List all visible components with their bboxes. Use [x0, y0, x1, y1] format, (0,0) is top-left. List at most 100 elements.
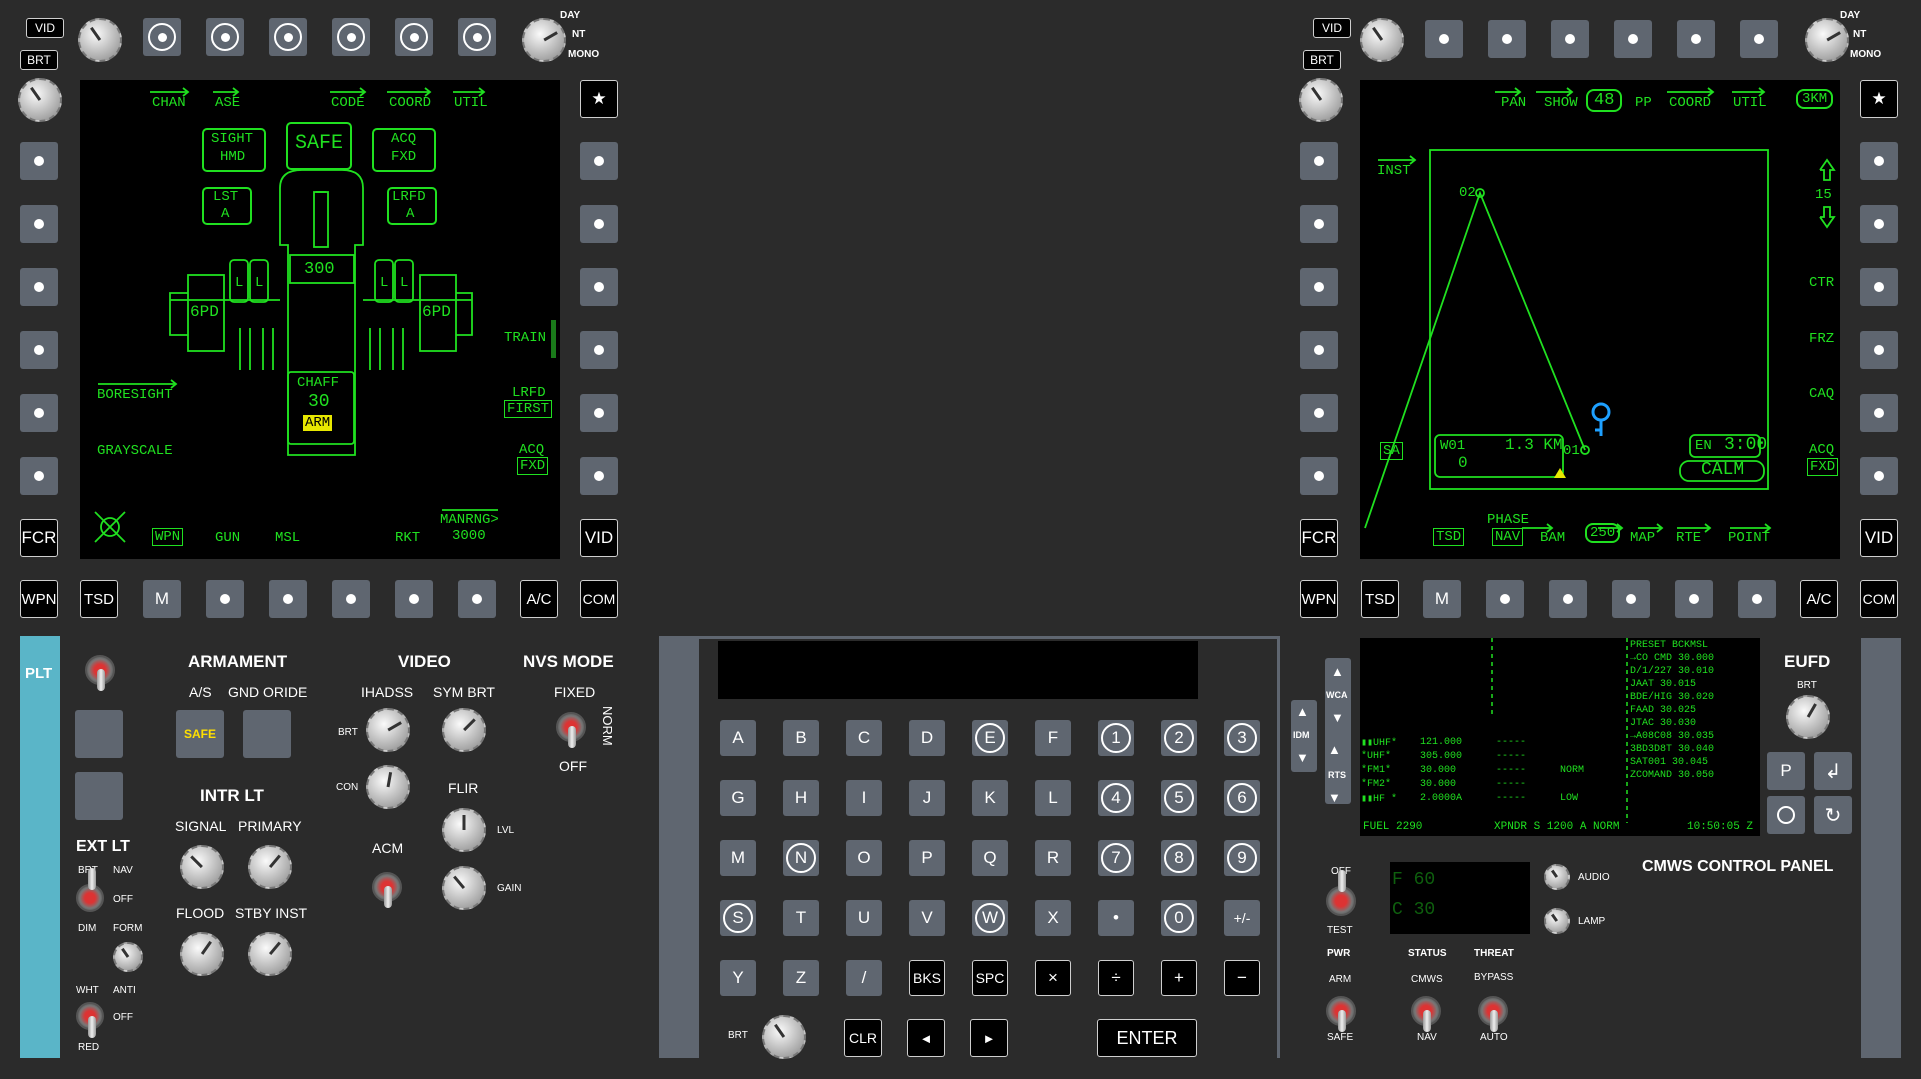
acm-toggle[interactable] — [372, 872, 402, 908]
key-3-8[interactable]: +/- — [1224, 900, 1260, 936]
right-l2-btn[interactable] — [1300, 205, 1338, 243]
right-b4-btn[interactable] — [1675, 580, 1713, 618]
key-3-0[interactable]: S — [720, 900, 756, 936]
cmws-pwr-toggle[interactable] — [1326, 870, 1356, 916]
key-3-7[interactable]: 0 — [1161, 900, 1197, 936]
right-m-button[interactable]: M — [1423, 580, 1461, 618]
right-r6-btn[interactable] — [1860, 457, 1898, 495]
key-0-0[interactable]: A — [720, 720, 756, 756]
right-top-btn-4[interactable] — [1614, 20, 1652, 58]
left-star-button[interactable]: ★ — [580, 80, 618, 118]
left-top-btn-1[interactable] — [143, 18, 181, 56]
key-0-1[interactable]: B — [783, 720, 819, 756]
left-b5-btn[interactable] — [458, 580, 496, 618]
left-top-btn-3[interactable] — [269, 18, 307, 56]
arm-safe-toggle[interactable] — [1326, 996, 1356, 1032]
left-l3-btn[interactable] — [20, 268, 58, 306]
key-4-1[interactable]: Z — [783, 960, 819, 996]
left-top-btn-6[interactable] — [458, 18, 496, 56]
right-ac-button[interactable]: A/C — [1800, 580, 1838, 618]
right-wpn-button[interactable]: WPN — [1300, 580, 1338, 618]
key-3-2[interactable]: U — [846, 900, 882, 936]
left-m-button[interactable]: M — [143, 580, 181, 618]
flir-lvl-knob[interactable] — [442, 808, 486, 852]
left-r3-btn[interactable] — [580, 268, 618, 306]
key-2-4[interactable]: Q — [972, 840, 1008, 876]
preset-p-button[interactable]: P — [1767, 752, 1805, 790]
audio-knob[interactable] — [1544, 864, 1570, 890]
signal-knob[interactable] — [180, 845, 224, 889]
left-fcr-button[interactable]: FCR — [20, 519, 58, 557]
master-toggle[interactable] — [85, 655, 115, 691]
left-r6-btn[interactable] — [580, 457, 618, 495]
right-top-btn-5[interactable] — [1677, 20, 1715, 58]
right-l4-btn[interactable] — [1300, 331, 1338, 369]
left-tsd-button[interactable]: TSD — [80, 580, 118, 618]
left-top-btn-5[interactable] — [395, 18, 433, 56]
key-1-4[interactable]: K — [972, 780, 1008, 816]
key-1-5[interactable]: L — [1035, 780, 1071, 816]
right-r2-btn[interactable] — [1860, 205, 1898, 243]
left-l5-btn[interactable] — [20, 394, 58, 432]
key-0-4[interactable]: E — [972, 720, 1008, 756]
key-2-1[interactable]: N — [783, 840, 819, 876]
key-2-7[interactable]: 8 — [1161, 840, 1197, 876]
right-r5-btn[interactable] — [1860, 394, 1898, 432]
left-vid-knob[interactable] — [78, 18, 122, 62]
key-3-5[interactable]: X — [1035, 900, 1071, 936]
key-3-3[interactable]: V — [909, 900, 945, 936]
key-3-4[interactable]: W — [972, 900, 1008, 936]
right-b5-btn[interactable] — [1738, 580, 1776, 618]
key-4-6[interactable]: ÷ — [1098, 960, 1134, 996]
left-l1-btn[interactable] — [20, 142, 58, 180]
right-top-btn-6[interactable] — [1740, 20, 1778, 58]
right-tsd-button[interactable]: TSD — [1361, 580, 1399, 618]
key-2-3[interactable]: P — [909, 840, 945, 876]
key-0-8[interactable]: 3 — [1224, 720, 1260, 756]
right-b1-btn[interactable] — [1486, 580, 1524, 618]
key-0-3[interactable]: D — [909, 720, 945, 756]
left-b4-btn[interactable] — [395, 580, 433, 618]
form-knob[interactable] — [113, 942, 143, 972]
key-2-2[interactable]: O — [846, 840, 882, 876]
key-1-7[interactable]: 5 — [1161, 780, 1197, 816]
key-0-5[interactable]: F — [1035, 720, 1071, 756]
key-2-8[interactable]: 9 — [1224, 840, 1260, 876]
right-top-btn-2[interactable] — [1488, 20, 1526, 58]
left-b3-btn[interactable] — [332, 580, 370, 618]
key-4-0[interactable]: Y — [720, 960, 756, 996]
right-brt-knob[interactable] — [1299, 78, 1343, 122]
left-r5-btn[interactable] — [580, 394, 618, 432]
eufd-enter-button[interactable]: ↲ — [1814, 752, 1852, 790]
key-4-7[interactable]: + — [1161, 960, 1197, 996]
key-1-6[interactable]: 4 — [1098, 780, 1134, 816]
bypass-auto-toggle[interactable] — [1478, 996, 1508, 1032]
left-r1-btn[interactable] — [580, 142, 618, 180]
gnd-oride-button[interactable] — [243, 710, 291, 758]
key-4-4[interactable]: SPC — [972, 960, 1008, 996]
lamp-knob[interactable] — [1544, 908, 1570, 934]
flir-gain-knob[interactable] — [442, 866, 486, 910]
sym-brt-knob[interactable] — [442, 708, 486, 752]
key-4-2[interactable]: / — [846, 960, 882, 996]
key-4-5[interactable]: × — [1035, 960, 1071, 996]
right-r4-btn[interactable] — [1860, 331, 1898, 369]
wca-rocker[interactable] — [1325, 658, 1351, 804]
left-l6-btn[interactable] — [20, 457, 58, 495]
left-top-btn-2[interactable] — [206, 18, 244, 56]
key-4-3[interactable]: BKS — [909, 960, 945, 996]
right-top-btn-3[interactable] — [1551, 20, 1589, 58]
left-l4-btn[interactable] — [20, 331, 58, 369]
cmws-nav-toggle[interactable] — [1411, 996, 1441, 1032]
left-b2-btn[interactable] — [269, 580, 307, 618]
key-1-0[interactable]: G — [720, 780, 756, 816]
key-3-1[interactable]: T — [783, 900, 819, 936]
right-vid-button[interactable]: VID — [1860, 519, 1898, 557]
key-1-8[interactable]: 6 — [1224, 780, 1260, 816]
nvs-mode-toggle[interactable] — [556, 712, 586, 748]
key-1-3[interactable]: J — [909, 780, 945, 816]
right-fcr-button[interactable]: FCR — [1300, 519, 1338, 557]
right-l3-btn[interactable] — [1300, 268, 1338, 306]
left-brt-knob[interactable] — [18, 78, 62, 122]
left-ac-button[interactable]: A/C — [520, 580, 558, 618]
